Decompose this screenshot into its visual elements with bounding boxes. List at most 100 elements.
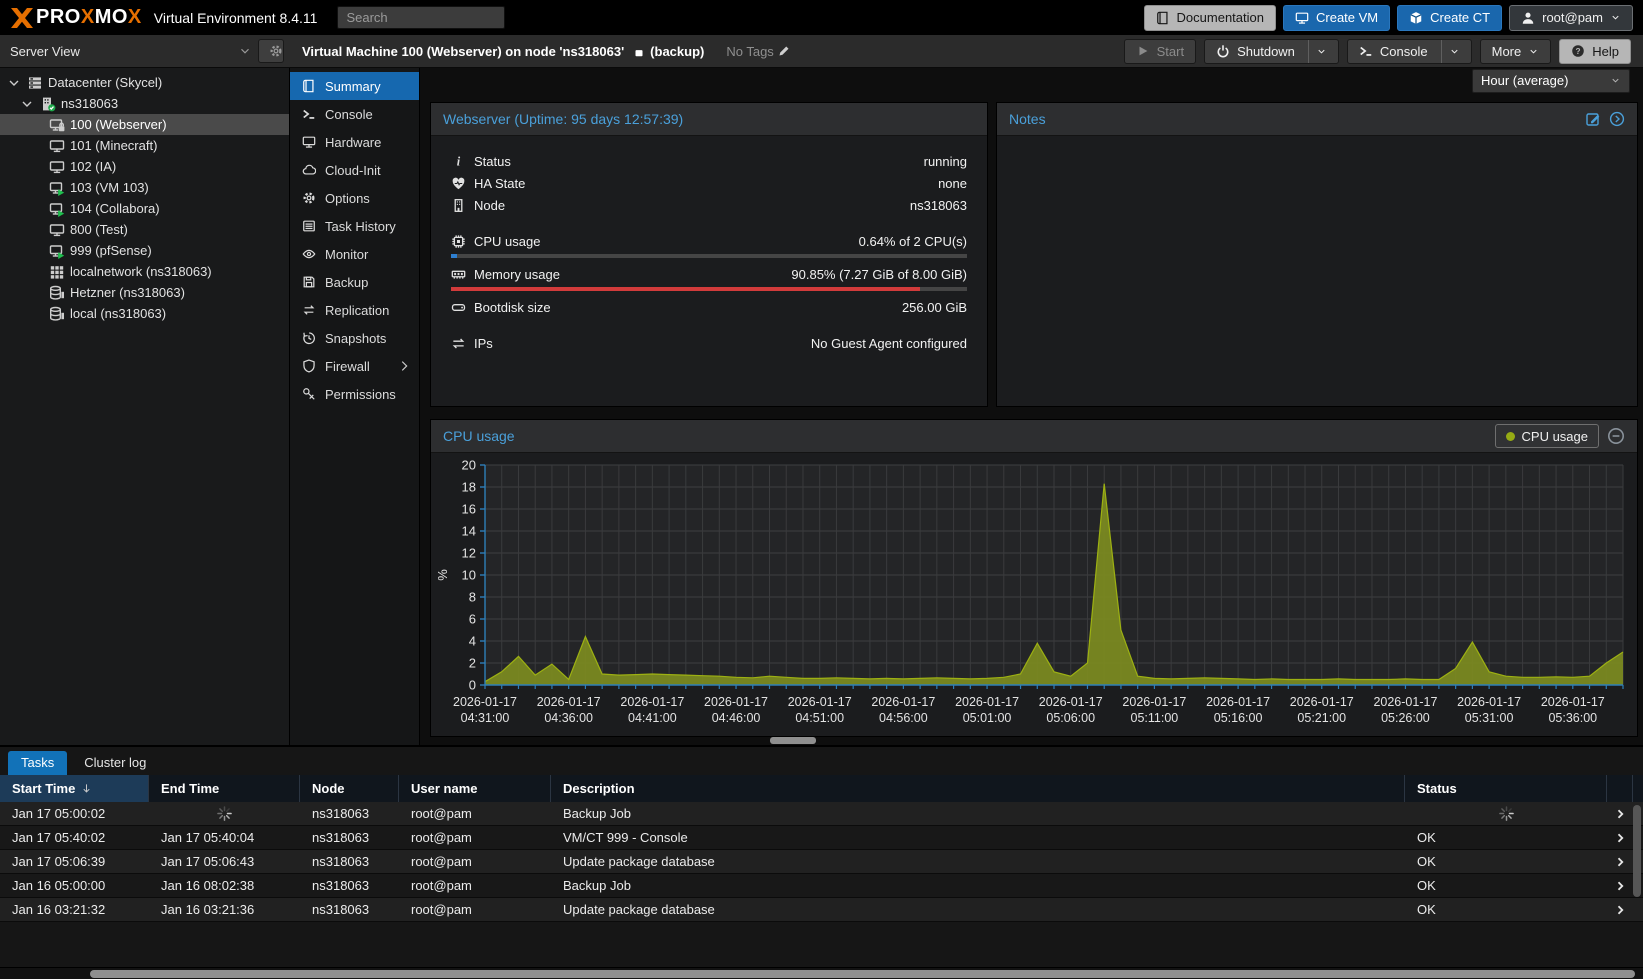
status-panel-header: Webserver (Uptime: 95 days 12:57:39) xyxy=(431,103,987,136)
column-header-start-time[interactable]: Start Time xyxy=(0,775,149,802)
task-details-chevron[interactable] xyxy=(1607,826,1633,849)
tab-cluster-log[interactable]: Cluster log xyxy=(71,751,159,775)
start-button[interactable]: Start xyxy=(1124,39,1196,64)
svg-text:2026-01-17: 2026-01-17 xyxy=(1122,695,1186,709)
tree-settings-button[interactable] xyxy=(258,39,284,63)
nav-item-task-history[interactable]: Task History xyxy=(290,212,419,240)
status-row-bootdisk-size: Bootdisk size 256.00 GiB xyxy=(451,296,967,318)
documentation-button[interactable]: Documentation xyxy=(1144,5,1276,31)
svg-text:2026-01-17: 2026-01-17 xyxy=(871,695,935,709)
create-ct-button[interactable]: Create CT xyxy=(1397,5,1502,31)
column-header-end-time[interactable]: End Time xyxy=(149,775,300,802)
proxmox-logo: PROXMOX xyxy=(10,6,142,29)
svg-text:2026-01-17: 2026-01-17 xyxy=(704,695,768,709)
tree-item-100-webserver[interactable]: 100 (Webserver) xyxy=(0,114,289,135)
task-details-chevron[interactable] xyxy=(1607,898,1633,921)
status-label: Status xyxy=(474,154,511,169)
cpu-usage-legend-toggle[interactable]: CPU usage xyxy=(1495,424,1599,448)
server-view-label: Server View xyxy=(10,44,80,59)
server-view-select[interactable]: Server View xyxy=(0,35,290,67)
tab-tasks[interactable]: Tasks xyxy=(8,751,67,775)
svg-text:04:56:00: 04:56:00 xyxy=(879,711,928,725)
tree-item-localnetwork-ns318063[interactable]: localnetwork (ns318063) xyxy=(0,261,289,282)
chevron-down-icon xyxy=(1449,46,1460,57)
task-row-5[interactable]: Jan 16 03:21:32Jan 16 03:21:36ns318063ro… xyxy=(0,898,1643,922)
column-header-user-name[interactable]: User name xyxy=(399,775,551,802)
cell-start-time: Jan 16 03:21:32 xyxy=(0,898,149,921)
tree-item-103-vm-103[interactable]: 103 (VM 103) xyxy=(0,177,289,198)
cell-description: Update package database xyxy=(551,898,1405,921)
chevron-down-icon xyxy=(1610,12,1621,23)
nav-item-options[interactable]: Options xyxy=(290,184,419,212)
task-row-1[interactable]: Jan 17 05:00:02ns318063root@pamBackup Jo… xyxy=(0,802,1643,826)
version-label: Virtual Environment 8.4.11 xyxy=(154,10,318,26)
shutdown-button[interactable]: Shutdown xyxy=(1204,39,1339,64)
tree-item-hetzner-ns318063[interactable]: Hetzner (ns318063) xyxy=(0,282,289,303)
nav-item-summary[interactable]: Summary xyxy=(290,72,419,100)
cell-description: Backup Job xyxy=(551,874,1405,897)
collapse-panel-icon[interactable] xyxy=(1607,427,1625,445)
tree-item-101-minecraft[interactable]: 101 (Minecraft) xyxy=(0,135,289,156)
task-details-chevron[interactable] xyxy=(1607,850,1633,873)
create-vm-button[interactable]: Create VM xyxy=(1283,5,1390,31)
shutdown-menu-caret[interactable] xyxy=(1308,40,1327,63)
expand-notes-icon[interactable] xyxy=(1609,111,1625,127)
tree-item-800-test[interactable]: 800 (Test) xyxy=(0,219,289,240)
svg-text:14: 14 xyxy=(462,524,476,539)
column-header-description[interactable]: Description xyxy=(551,775,1405,802)
time-range-select[interactable]: Hour (average) xyxy=(1472,69,1630,93)
column-header-status[interactable]: Status xyxy=(1405,775,1607,802)
chevron-right-icon xyxy=(1614,808,1626,820)
svg-text:12: 12 xyxy=(462,546,476,561)
nav-item-label: Firewall xyxy=(325,359,370,374)
cpu-icon xyxy=(451,234,466,249)
nav-item-cloud-init[interactable]: Cloud-Init xyxy=(290,156,419,184)
more-button[interactable]: More xyxy=(1480,39,1552,64)
status-label: IPs xyxy=(474,336,493,351)
tasks-vscrollbar-thumb[interactable] xyxy=(1633,805,1641,897)
nav-item-hardware[interactable]: Hardware xyxy=(290,128,419,156)
cell-status: OK xyxy=(1405,874,1607,897)
task-row-4[interactable]: Jan 16 05:00:00Jan 16 08:02:38ns318063ro… xyxy=(0,874,1643,898)
tasks-hscrollbar-thumb[interactable] xyxy=(90,970,1635,978)
column-header-node[interactable]: Node xyxy=(300,775,399,802)
tree-item-datacenter-skycel[interactable]: Datacenter (Skycel) xyxy=(0,72,289,93)
nav-item-snapshots[interactable]: Snapshots xyxy=(290,324,419,352)
content-hscrollbar-thumb[interactable] xyxy=(770,737,816,744)
tree-item-999-pfsense[interactable]: 999 (pfSense) xyxy=(0,240,289,261)
nav-item-firewall[interactable]: Firewall xyxy=(290,352,419,380)
cell-start-time: Jan 16 05:00:00 xyxy=(0,874,149,897)
task-row-2[interactable]: Jan 17 05:40:02Jan 17 05:40:04ns318063ro… xyxy=(0,826,1643,850)
help-button[interactable]: Help xyxy=(1559,39,1631,64)
vm-play-icon xyxy=(49,180,65,196)
cell-description: Update package database xyxy=(551,850,1405,873)
chevron-down-icon xyxy=(1610,75,1621,86)
tree-item-label: Hetzner (ns318063) xyxy=(70,285,185,300)
console-menu-caret[interactable] xyxy=(1441,40,1460,63)
tree-item-104-collabora[interactable]: 104 (Collabora) xyxy=(0,198,289,219)
tags-area[interactable]: No Tags xyxy=(726,44,789,59)
tree-item-ns318063[interactable]: ns318063 xyxy=(0,93,289,114)
svg-text:20: 20 xyxy=(462,458,476,473)
tree-item-local-ns318063[interactable]: local (ns318063) xyxy=(0,303,289,324)
svg-text:18: 18 xyxy=(462,480,476,495)
edit-notes-icon[interactable] xyxy=(1585,111,1601,127)
spinner-icon xyxy=(217,806,232,821)
nav-item-backup[interactable]: Backup xyxy=(290,268,419,296)
nav-item-console[interactable]: Console xyxy=(290,100,419,128)
console-button[interactable]: Console xyxy=(1347,39,1472,64)
nav-item-permissions[interactable]: Permissions xyxy=(290,380,419,408)
svg-text:2026-01-17: 2026-01-17 xyxy=(1457,695,1521,709)
search-input[interactable] xyxy=(337,6,505,29)
proxmox-wordmark: PROXMOX xyxy=(36,6,142,29)
task-details-chevron[interactable] xyxy=(1607,874,1633,897)
task-details-chevron[interactable] xyxy=(1607,802,1633,825)
cell-node: ns318063 xyxy=(300,898,399,921)
caret-down-icon xyxy=(19,96,35,112)
user-menu-button[interactable]: root@pam xyxy=(1509,5,1633,31)
status-row-ips: IPs No Guest Agent configured xyxy=(451,332,967,354)
tree-item-102-ia[interactable]: 102 (IA) xyxy=(0,156,289,177)
nav-item-monitor[interactable]: Monitor xyxy=(290,240,419,268)
nav-item-replication[interactable]: Replication xyxy=(290,296,419,324)
task-row-3[interactable]: Jan 17 05:06:39Jan 17 05:06:43ns318063ro… xyxy=(0,850,1643,874)
